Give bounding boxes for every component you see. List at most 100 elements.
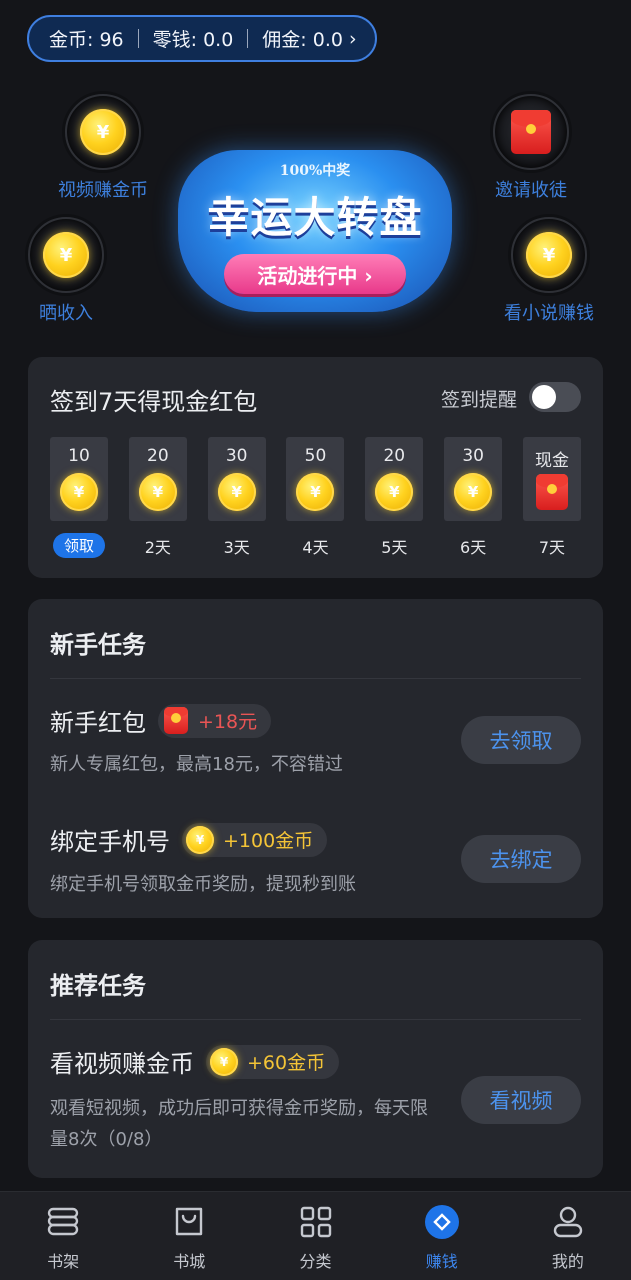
signin-day-box: 10 ¥ [50, 437, 108, 521]
category-grid-icon [300, 1206, 331, 1238]
signin-day-box: 30 ¥ [207, 437, 266, 521]
video-coins-label: 视频赚金币 [58, 180, 148, 201]
signin-day: 50 ¥4天 [286, 437, 345, 558]
profile-icon [553, 1206, 583, 1238]
signin-day: 现金 7天 [522, 437, 581, 558]
signin-day-amount: 30 [225, 446, 248, 466]
task-description: 观看短视频，成功后即可获得金币奖励，每天限量8次（0/8） [50, 1098, 428, 1150]
coin-icon: ¥ [186, 825, 214, 854]
task-description: 新人专属红包，最高18元，不容错过 [50, 754, 343, 775]
signin-day-amount: 10 [68, 446, 90, 466]
chevron-right-icon: › [348, 27, 357, 50]
coin-icon: ¥ [296, 473, 335, 511]
signin-day-amount: 30 [462, 446, 484, 466]
signin-day-label: 2天 [144, 537, 171, 557]
coin-orb: ¥ [511, 217, 587, 293]
nav-label: 赚钱 [425, 1252, 458, 1271]
signin-day: 30 ¥3天 [207, 437, 266, 558]
activity-ongoing-button[interactable]: 活动进行中 › [224, 254, 406, 294]
coin-icon: ¥ [210, 1047, 238, 1076]
coin-icon: ¥ [138, 473, 177, 511]
claim-button[interactable]: 去领取 [461, 716, 581, 764]
coin-icon: ¥ [375, 473, 414, 511]
signin-days: 10 ¥ 领取 20 ¥2天 30 ¥3天 50 ¥4天 20 ¥5天 30 ¥6天 现金 7天 [50, 437, 581, 558]
coin-icon: ¥ [60, 473, 98, 511]
commission-balance: 佣金: 0.0 [262, 29, 343, 51]
lucky-wheel-banner[interactable]: 100%中奖 幸运大转盘 活动进行中 › [178, 150, 452, 312]
newbie-tasks-card: 新手任务 新手红包 +18元 新人专属红包，最高18元，不容错过 去领取 绑定手… [28, 599, 603, 918]
nav-label: 书城 [173, 1252, 206, 1271]
signin-remind-toggle[interactable] [529, 382, 581, 412]
nav-item-bookstore[interactable]: 书城 [126, 1192, 252, 1280]
nav-label: 我的 [551, 1252, 584, 1271]
coin-icon: ¥ [43, 232, 89, 278]
invite-shortcut[interactable]: 邀请收徒 [493, 94, 569, 202]
nav-label: 书架 [47, 1252, 80, 1271]
signin-day-label: 7天 [538, 537, 566, 557]
signin-day-label: 4天 [302, 537, 329, 557]
invite-label: 邀请收徒 [495, 180, 567, 201]
task-title: 绑定手机号 ¥ +100金币 [50, 822, 328, 857]
signin-day[interactable]: 10 ¥ 领取 [50, 437, 108, 558]
read-earn-label: 看小说赚钱 [504, 303, 594, 324]
read-earn-shortcut[interactable]: ¥ 看小说赚钱 [504, 217, 594, 325]
signin-day-amount: 50 [304, 446, 327, 466]
banner-subtitle: 100%中奖 [279, 163, 351, 179]
coin-orb: ¥ [65, 94, 141, 170]
signin-day-label: 3天 [223, 537, 250, 557]
section-title: 推荐任务 [50, 972, 146, 1000]
signin-day-box: 30 ¥ [444, 437, 503, 521]
watch-video-button[interactable]: 看视频 [461, 1076, 581, 1124]
divider [50, 678, 581, 679]
red-envelope-icon [511, 110, 551, 154]
coin-icon: ¥ [526, 232, 572, 278]
recommended-tasks-card: 推荐任务 看视频赚金币 ¥ +60金币 观看短视频，成功后即可获得金币奖励，每天… [28, 940, 603, 1178]
reward-badge: ¥ +100金币 [182, 822, 328, 857]
balance-bar[interactable]: 金币: 96 零钱: 0.0 佣金: 0.0 › [27, 15, 377, 62]
signin-day-label: 5天 [381, 537, 408, 557]
task-title: 看视频赚金币 ¥ +60金币 [50, 1044, 340, 1079]
reward-value: +100金币 [223, 830, 314, 852]
signin-day: 20 ¥2天 [128, 437, 187, 558]
change-balance: 零钱: 0.0 [152, 29, 234, 51]
red-envelope-icon [535, 474, 568, 510]
red-envelope-icon [164, 707, 188, 734]
coin-icon: ¥ [80, 109, 126, 155]
video-coins-shortcut[interactable]: ¥ 视频赚金币 [58, 94, 148, 202]
signin-day: 20 ¥5天 [365, 437, 424, 558]
coin-icon: ¥ [217, 473, 256, 511]
coin-icon: ¥ [454, 473, 493, 511]
task-title: 新手红包 +18元 [50, 703, 272, 738]
signin-day-label: 6天 [460, 537, 487, 557]
task-name: 绑定手机号 [50, 828, 170, 856]
signin-day-box: 现金 [522, 437, 581, 521]
show-income-label: 晒收入 [39, 303, 93, 324]
coin-balance: 金币: 96 [49, 29, 124, 51]
signin-day-box: 50 ¥ [286, 437, 345, 521]
nav-item-category[interactable]: 分类 [252, 1192, 378, 1280]
bookstore-bag-icon [176, 1207, 203, 1236]
bookshelf-icon [47, 1207, 79, 1236]
nav-item-earn[interactable]: 赚钱 [379, 1192, 505, 1280]
task-name: 看视频赚金币 [50, 1050, 194, 1078]
signin-day-box: 20 ¥ [365, 437, 424, 521]
signin-day-box: 20 ¥ [128, 437, 187, 521]
nav-label: 分类 [299, 1252, 332, 1271]
task-name: 新手红包 [50, 709, 146, 737]
signin-day-amount: 20 [383, 446, 406, 466]
reward-badge: +18元 [158, 703, 272, 738]
show-income-shortcut[interactable]: ¥ 晒收入 [28, 217, 104, 325]
redpack-orb [493, 94, 569, 170]
signin-day: 30 ¥6天 [444, 437, 503, 558]
bind-phone-button[interactable]: 去绑定 [461, 835, 581, 883]
nav-item-profile[interactable]: 我的 [505, 1192, 631, 1280]
coin-orb: ¥ [28, 217, 104, 293]
nav-item-bookshelf[interactable]: 书架 [0, 1192, 126, 1280]
claim-signin-button[interactable]: 领取 [52, 533, 105, 558]
signin-day-amount: 20 [147, 446, 169, 466]
separator [247, 29, 249, 48]
signin-remind-label: 签到提醒 [440, 389, 517, 411]
section-title: 新手任务 [50, 631, 146, 659]
earn-money-icon [424, 1205, 459, 1239]
signin-day-amount: 现金 [534, 451, 569, 471]
